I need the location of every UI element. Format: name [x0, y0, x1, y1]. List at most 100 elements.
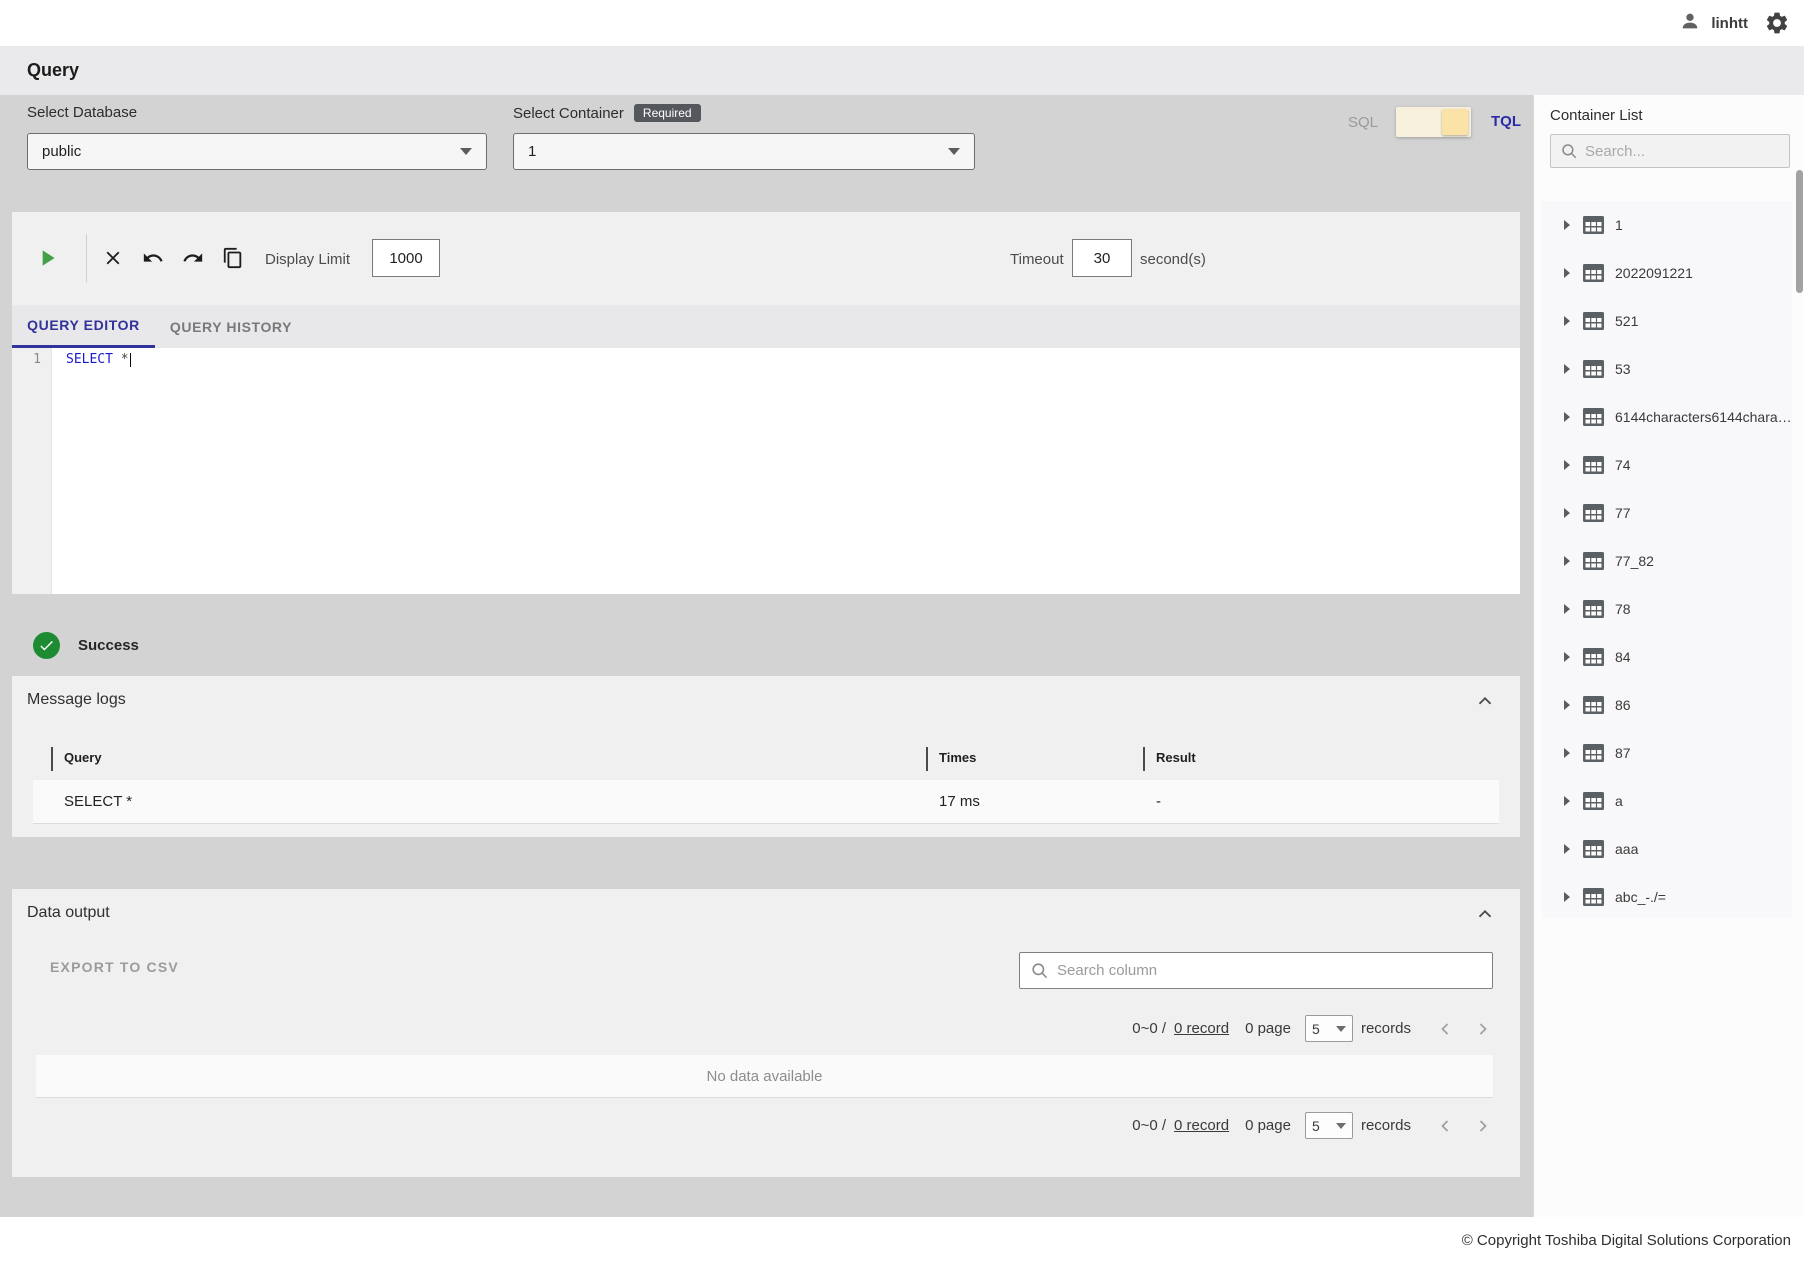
query-tabs: QUERY EDITOR QUERY HISTORY — [12, 305, 1520, 348]
expand-arrow-icon[interactable] — [1564, 748, 1570, 758]
text-cursor — [130, 353, 131, 367]
container-list-panel: Container List 1 2022091221 521 53 — [1533, 95, 1804, 1217]
user-icon — [1679, 10, 1701, 37]
page-title-bar: Query — [0, 46, 1804, 95]
prev-page-icon[interactable] — [1435, 1116, 1455, 1136]
records-per-page-select[interactable]: 5 — [1305, 1112, 1353, 1139]
table-icon — [1583, 744, 1604, 762]
page-count: 0 page — [1245, 1020, 1291, 1037]
next-page-icon[interactable] — [1473, 1019, 1493, 1039]
table-icon — [1583, 264, 1604, 282]
undo-icon[interactable] — [140, 245, 166, 271]
chevron-down-icon — [1336, 1123, 1346, 1129]
list-item[interactable]: 6144characters6144chara… — [1542, 393, 1792, 441]
pagination-nav — [1435, 1019, 1493, 1039]
username: linhtt — [1711, 15, 1748, 32]
line-number: 1 — [33, 352, 41, 367]
search-icon — [1030, 961, 1049, 980]
select-database-value: public — [42, 143, 81, 160]
list-item[interactable]: 78 — [1542, 585, 1792, 633]
container-name: 78 — [1615, 601, 1631, 617]
list-item[interactable]: 77_82 — [1542, 537, 1792, 585]
container-name: 521 — [1615, 313, 1638, 329]
sql-operator: * — [121, 352, 129, 367]
column-header-times: Times — [939, 750, 976, 765]
table-icon — [1583, 312, 1604, 330]
export-to-csv-button[interactable]: EXPORT TO CSV — [50, 959, 179, 975]
query-editor[interactable]: 1 SELECT * — [12, 348, 1520, 594]
search-column-box — [1019, 952, 1493, 989]
user-menu[interactable]: linhtt — [1679, 10, 1748, 37]
expand-arrow-icon[interactable] — [1564, 892, 1570, 902]
prev-page-icon[interactable] — [1435, 1019, 1455, 1039]
gear-icon[interactable] — [1764, 10, 1790, 36]
expand-arrow-icon[interactable] — [1564, 604, 1570, 614]
container-search-input[interactable] — [1585, 143, 1780, 160]
list-item[interactable]: abc_-./= — [1542, 873, 1792, 918]
select-database-dropdown[interactable]: public — [27, 133, 487, 170]
expand-arrow-icon[interactable] — [1564, 316, 1570, 326]
tab-query-editor[interactable]: QUERY EDITOR — [12, 305, 155, 348]
list-item[interactable]: 87 — [1542, 729, 1792, 777]
list-item[interactable]: 77 — [1542, 489, 1792, 537]
select-database-label: Select Database — [27, 104, 137, 121]
expand-arrow-icon[interactable] — [1564, 796, 1570, 806]
list-item[interactable]: 521 — [1542, 297, 1792, 345]
redo-icon[interactable] — [180, 245, 206, 271]
table-icon — [1583, 504, 1604, 522]
collapse-message-logs-icon[interactable] — [1472, 688, 1498, 714]
expand-arrow-icon[interactable] — [1564, 268, 1570, 278]
query-card: Display Limit Timeout second(s) QUERY ED… — [12, 212, 1520, 594]
chevron-down-icon — [1336, 1026, 1346, 1032]
list-item[interactable]: 74 — [1542, 441, 1792, 489]
list-item[interactable]: 86 — [1542, 681, 1792, 729]
expand-arrow-icon[interactable] — [1564, 700, 1570, 710]
timeout-input[interactable] — [1072, 239, 1132, 277]
display-limit-input[interactable] — [372, 239, 440, 277]
table-icon — [1583, 600, 1604, 618]
copy-icon[interactable] — [220, 245, 246, 271]
sql-tql-toggle[interactable] — [1396, 107, 1471, 137]
table-icon — [1583, 360, 1604, 378]
container-search-box — [1550, 134, 1790, 168]
collapse-data-output-icon[interactable] — [1472, 901, 1498, 927]
editor-gutter: 1 — [12, 348, 52, 594]
query-toolbar: Display Limit Timeout second(s) — [12, 212, 1520, 305]
record-count-link[interactable]: 0 record — [1174, 1020, 1229, 1037]
tql-mode-label: TQL — [1491, 113, 1521, 130]
scrollbar-thumb[interactable] — [1796, 170, 1803, 293]
expand-arrow-icon[interactable] — [1564, 220, 1570, 230]
container-name: 87 — [1615, 745, 1631, 761]
expand-arrow-icon[interactable] — [1564, 412, 1570, 422]
tab-query-history[interactable]: QUERY HISTORY — [155, 305, 307, 348]
column-header-query: Query — [64, 750, 102, 765]
toggle-knob — [1442, 109, 1468, 135]
expand-arrow-icon[interactable] — [1564, 556, 1570, 566]
record-count-link[interactable]: 0 record — [1174, 1117, 1229, 1134]
clear-icon[interactable] — [100, 245, 126, 271]
expand-arrow-icon[interactable] — [1564, 508, 1570, 518]
expand-arrow-icon[interactable] — [1564, 364, 1570, 374]
message-logs-title: Message logs — [27, 691, 126, 709]
next-page-icon[interactable] — [1473, 1116, 1493, 1136]
list-item[interactable]: a — [1542, 777, 1792, 825]
container-name: 74 — [1615, 457, 1631, 473]
expand-arrow-icon[interactable] — [1564, 460, 1570, 470]
chevron-down-icon — [948, 148, 960, 155]
list-item[interactable]: 53 — [1542, 345, 1792, 393]
run-query-button[interactable] — [34, 245, 60, 271]
list-item[interactable]: 1 — [1542, 201, 1792, 249]
list-item[interactable]: 2022091221 — [1542, 249, 1792, 297]
list-item[interactable]: aaa — [1542, 825, 1792, 873]
select-container-dropdown[interactable]: 1 — [513, 133, 975, 170]
data-output-card: Data output EXPORT TO CSV 0~0 / 0 record… — [12, 889, 1520, 1177]
list-item[interactable]: 84 — [1542, 633, 1792, 681]
container-name: 1 — [1615, 217, 1623, 233]
records-label: records — [1361, 1020, 1411, 1037]
chevron-down-icon — [460, 148, 472, 155]
expand-arrow-icon[interactable] — [1564, 652, 1570, 662]
records-per-page-select[interactable]: 5 — [1305, 1015, 1353, 1042]
expand-arrow-icon[interactable] — [1564, 844, 1570, 854]
search-column-input[interactable] — [1057, 962, 1482, 979]
select-container-value: 1 — [528, 143, 536, 160]
